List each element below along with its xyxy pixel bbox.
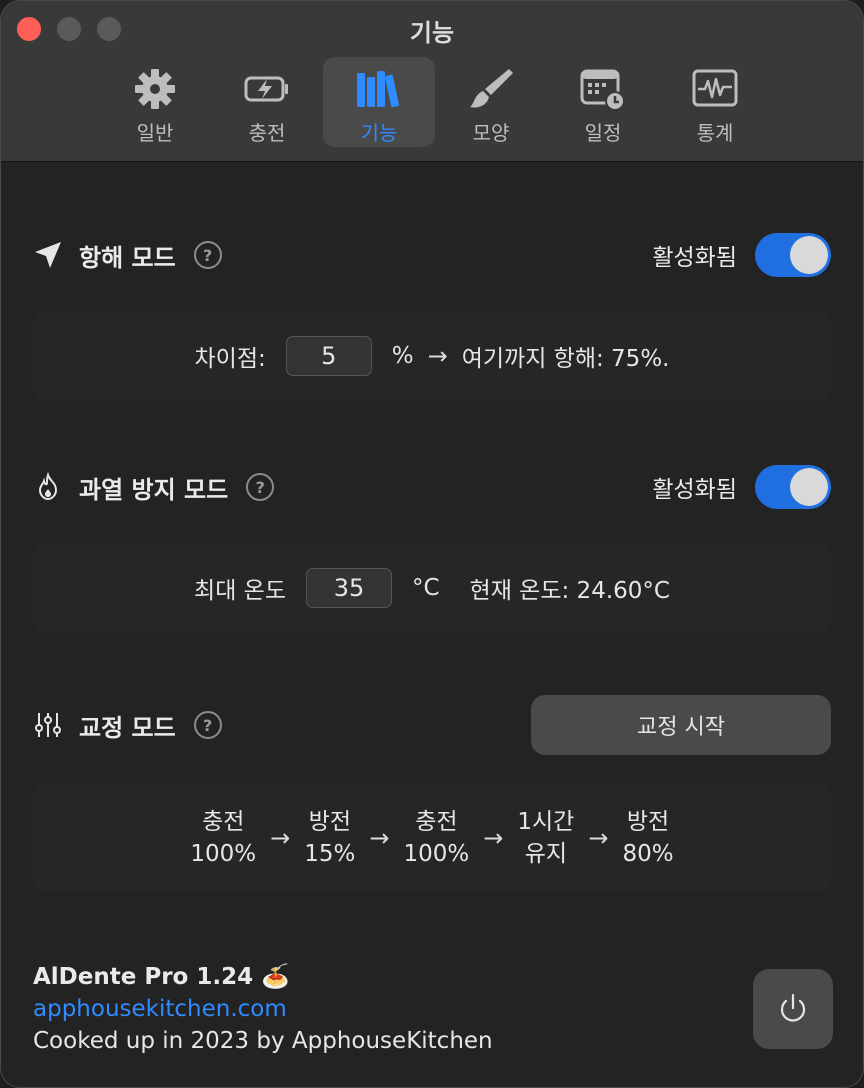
calendar-clock-icon <box>580 69 625 111</box>
calibration-step: 1시간 유지 <box>517 806 574 870</box>
max-temp-label: 최대 온도 <box>194 578 286 604</box>
heat-protection-title: 과열 방지 모드 <box>79 475 229 504</box>
step-action: 1시간 <box>517 809 575 835</box>
heat-settings-panel: 최대 온도 35 °C 현재 온도: 24.60°C <box>33 543 831 633</box>
sailing-settings-panel: 차이점: 5 % → 여기까지 항해: 75%. <box>33 311 831 401</box>
waveform-icon <box>692 69 738 107</box>
arrow-right-icon: → <box>270 824 291 852</box>
heat-help-button[interactable]: ? <box>246 473 275 501</box>
app-window: 기능 일반 충전 기능 모양 일정 통계 항해 모드 ? 활성화됨 차이점: 5… <box>0 0 864 1088</box>
sailing-diff-label: 차이점: <box>194 346 266 372</box>
sliders-icon <box>35 713 61 737</box>
tab-schedule[interactable]: 일정 <box>547 57 659 147</box>
gear-icon <box>135 69 175 109</box>
window-title: 기능 <box>409 19 455 47</box>
power-icon <box>780 993 806 1022</box>
step-value: 100% <box>190 841 257 867</box>
tab-general[interactable]: 일반 <box>99 57 211 147</box>
tab-charge-label: 충전 <box>248 121 286 145</box>
tab-features[interactable]: 기능 <box>323 57 435 147</box>
step-action: 충전 <box>202 809 245 835</box>
calibration-title: 교정 모드 <box>79 713 176 742</box>
sailing-target-text: 여기까지 항해: 75%. <box>461 346 670 372</box>
quit-button[interactable] <box>753 969 833 1049</box>
website-link[interactable]: apphousekitchen.com <box>33 993 493 1025</box>
books-icon <box>357 71 399 108</box>
max-temp-unit: °C <box>411 575 440 601</box>
flame-icon <box>38 472 58 501</box>
calibration-steps-panel: 충전 100% → 방전 15% → 충전 100% → 1시간 유지 → 방전… <box>33 783 831 893</box>
calibration-header: 교정 모드 ? 교정 시작 <box>33 695 831 755</box>
heat-status-label: 활성화됨 <box>652 477 737 503</box>
sailing-mode-title: 항해 모드 <box>79 243 176 272</box>
sailing-mode-header: 항해 모드 ? 활성화됨 <box>33 231 831 279</box>
footer-info: AlDente Pro 1.24 🍝 apphousekitchen.com C… <box>33 961 493 1057</box>
tab-statistics-label: 통계 <box>696 121 734 145</box>
heat-protection-header: 과열 방지 모드 ? 활성화됨 <box>33 463 831 511</box>
step-value: 100% <box>403 841 470 867</box>
heat-protection-toggle[interactable] <box>755 465 831 509</box>
calibration-step: 방전 80% <box>622 806 673 870</box>
start-calibration-button[interactable]: 교정 시작 <box>531 695 831 755</box>
credit-text: Cooked up in 2023 by ApphouseKitchen <box>33 1028 493 1054</box>
calibration-step: 방전 15% <box>304 806 355 870</box>
tab-appearance[interactable]: 모양 <box>435 57 547 147</box>
step-value: 유지 <box>524 841 568 867</box>
preference-tabs: 일반 충전 기능 모양 일정 통계 <box>99 57 771 147</box>
sailing-diff-unit: % <box>391 343 414 369</box>
tab-schedule-label: 일정 <box>584 121 622 145</box>
step-action: 충전 <box>415 809 458 835</box>
toggle-knob <box>790 236 828 274</box>
max-temp-input[interactable]: 35 <box>305 568 392 608</box>
calibration-step: 충전 100% <box>190 806 256 870</box>
calibration-help-button[interactable]: ? <box>193 711 222 739</box>
tab-appearance-label: 모양 <box>472 121 510 145</box>
paper-plane-icon <box>35 242 61 268</box>
app-version-label: AlDente Pro 1.24 🍝 <box>33 964 290 990</box>
sailing-diff-input[interactable]: 5 <box>285 336 372 376</box>
toggle-knob <box>790 468 828 506</box>
sailing-status-label: 활성화됨 <box>652 245 737 271</box>
tab-charge[interactable]: 충전 <box>211 57 323 147</box>
step-value: 15% <box>304 841 356 867</box>
calibration-step: 충전 100% <box>404 806 470 870</box>
sailing-help-button[interactable]: ? <box>193 241 222 269</box>
arrow-right-icon: → <box>588 824 609 852</box>
step-action: 방전 <box>626 809 670 835</box>
tab-general-label: 일반 <box>136 121 174 145</box>
step-action: 방전 <box>308 809 351 835</box>
current-temp-text: 현재 온도: 24.60°C <box>469 578 670 604</box>
arrow-right-icon: → <box>427 342 448 370</box>
step-value: 80% <box>622 841 674 867</box>
sailing-mode-toggle[interactable] <box>755 233 831 277</box>
title-bar: 기능 일반 충전 기능 모양 일정 통계 <box>1 1 863 162</box>
tab-statistics[interactable]: 통계 <box>659 57 771 147</box>
tab-features-label: 기능 <box>360 121 398 145</box>
arrow-right-icon: → <box>483 824 504 852</box>
arrow-right-icon: → <box>369 824 390 852</box>
battery-charging-icon <box>244 76 288 102</box>
paintbrush-icon <box>470 69 513 108</box>
